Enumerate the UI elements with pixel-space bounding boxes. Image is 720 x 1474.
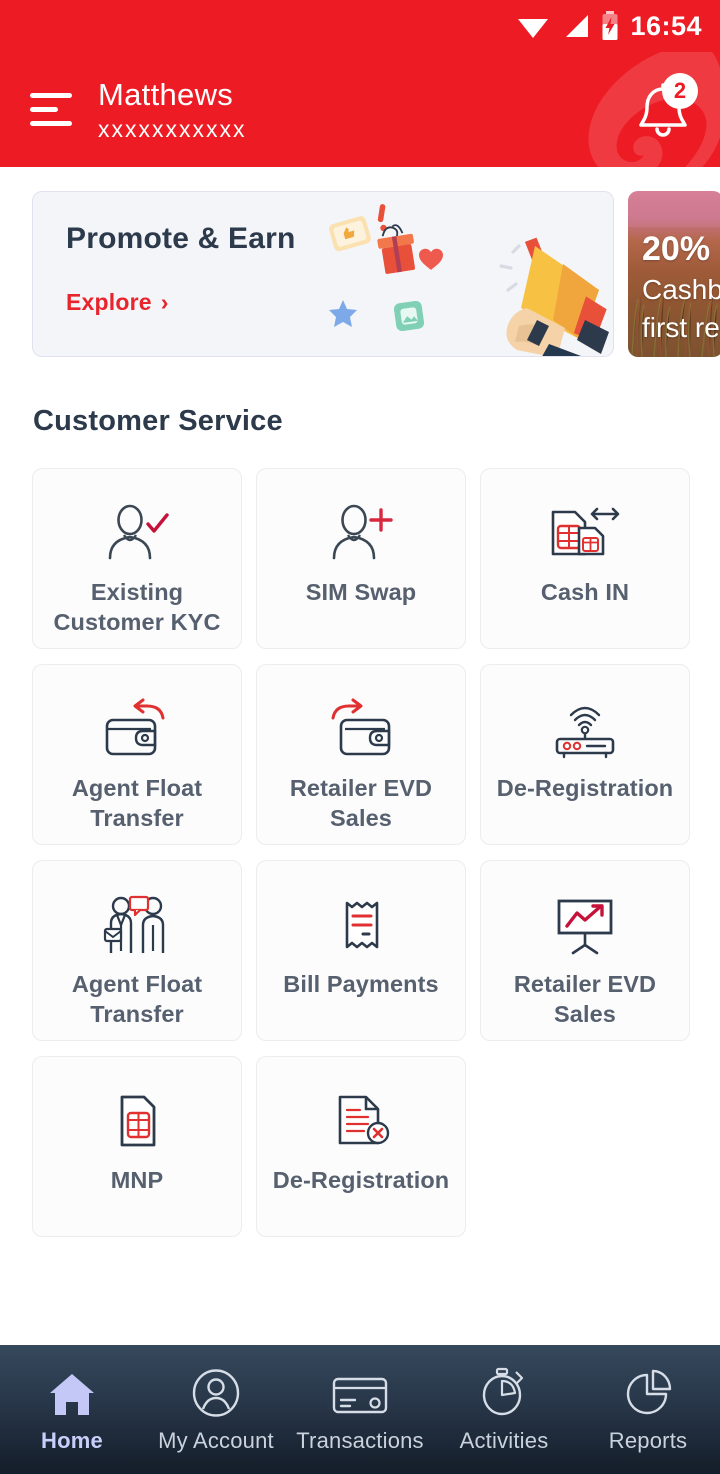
status-bar: 16:54 <box>0 0 720 52</box>
user-check-icon <box>100 497 174 569</box>
nav-label: Transactions <box>296 1428 424 1453</box>
banner-cta-label: Explore <box>66 289 152 315</box>
tile-label: De-Registration <box>496 775 674 801</box>
user-plus-icon <box>324 497 398 569</box>
nav-item-home[interactable]: Home <box>0 1365 144 1454</box>
tile-airtime-bundle[interactable]: De-Registration <box>480 664 690 845</box>
wallet-arrow-out-icon <box>99 693 175 765</box>
presentation-chart-icon <box>547 889 623 961</box>
customer-service-grid: Existing Customer KYC SIM Swap Cash IN A… <box>0 438 720 1237</box>
bottom-navigation-bar: Home My Account Transactions Activities … <box>0 1345 720 1474</box>
sim-swap-icon <box>545 497 625 569</box>
chevron-right-icon: › <box>160 289 169 315</box>
sim-card-icon <box>106 1085 168 1157</box>
tile-label: Agent Float Transfer <box>71 971 203 1027</box>
nav-label: Activities <box>459 1428 549 1453</box>
credit-card-icon <box>331 1365 389 1417</box>
tile-label: De-Registration <box>272 1167 450 1193</box>
user-name: Matthews <box>98 76 234 112</box>
tile-label: Cash IN <box>540 579 630 605</box>
cashback-line2: Cashb <box>642 274 720 305</box>
tile-label: Bill Payments <box>283 971 439 997</box>
receipt-icon <box>330 889 392 961</box>
banner-promote-and-earn[interactable]: Promote & Earn Explore › <box>32 191 614 357</box>
status-bar-clock: 16:54 <box>630 10 702 41</box>
wallet-arrow-in-icon <box>323 693 399 765</box>
pie-chart-icon <box>623 1365 673 1417</box>
tile-sim-swap[interactable]: Cash IN <box>480 468 690 649</box>
user-info: Matthews xxxxxxxxxxx <box>98 76 247 144</box>
tile-placeholder <box>480 1056 690 1237</box>
tile-viral-voucher-cash-out[interactable]: Agent Float Transfer <box>32 664 242 845</box>
tile-bill-payments[interactable]: Bill Payments <box>256 860 466 1041</box>
tile-existing-customer-kyc[interactable]: Existing Customer KYC <box>32 468 242 649</box>
tile-agent-float-transfer[interactable]: Agent Float Transfer <box>32 860 242 1041</box>
tile-mnp[interactable]: MNP <box>32 1056 242 1237</box>
user-circle-icon <box>191 1365 241 1417</box>
megaphone-gift-illustration <box>329 204 609 356</box>
notification-bell-button[interactable]: 2 <box>626 72 700 147</box>
tile-label: Agent Float Transfer <box>71 775 203 831</box>
signal-icon <box>566 15 589 37</box>
tile-new-customer-kyc[interactable]: SIM Swap <box>256 468 466 649</box>
banner-carousel: Promote & Earn Explore › 20% Cashb first… <box>0 167 720 357</box>
nav-label: Home <box>41 1428 103 1453</box>
app-screen: 16:54 Matthews xxxxxxxxxxx 2 Promote & E… <box>0 0 720 1474</box>
tile-retailer-evd-sales[interactable]: Retailer EVD Sales <box>480 860 690 1041</box>
nav-item-my-account[interactable]: My Account <box>144 1365 288 1454</box>
cashback-percent: 20% <box>642 230 711 268</box>
wifi-icon <box>518 19 549 38</box>
tile-label: SIM Swap <box>305 579 417 605</box>
nav-label: My Account <box>158 1428 274 1453</box>
nav-item-reports[interactable]: Reports <box>576 1365 720 1454</box>
banner-explore-link[interactable]: Explore › <box>66 289 169 316</box>
home-icon <box>47 1365 97 1417</box>
notification-badge: 2 <box>662 72 698 109</box>
tile-label: Retailer EVD Sales <box>289 775 433 831</box>
battery-charging-icon <box>602 11 618 40</box>
two-people-chat-icon <box>99 889 175 961</box>
nav-item-activities[interactable]: Activities <box>432 1365 576 1454</box>
tile-label: Existing Customer KYC <box>53 579 221 635</box>
hamburger-menu-icon[interactable] <box>30 93 72 126</box>
banner-cashback-text: 20% Cashb first re <box>642 227 720 347</box>
tile-cash-in[interactable]: Retailer EVD Sales <box>256 664 466 845</box>
router-wifi-icon <box>547 693 623 765</box>
tile-label: Retailer EVD Sales <box>513 971 657 1027</box>
banner-cashback[interactable]: 20% Cashb first re <box>628 191 720 357</box>
user-msisdn: xxxxxxxxxxx <box>98 115 247 142</box>
tile-label: MNP <box>110 1167 164 1193</box>
tile-de-registration[interactable]: De-Registration <box>256 1056 466 1237</box>
document-remove-icon <box>326 1085 396 1157</box>
nav-label: Reports <box>608 1428 688 1453</box>
stopwatch-icon <box>478 1365 530 1417</box>
banner-title: Promote & Earn <box>66 222 296 255</box>
cashback-line3: first re <box>642 312 720 343</box>
app-header: Matthews xxxxxxxxxxx 2 <box>0 52 720 167</box>
nav-item-transactions[interactable]: Transactions <box>288 1365 432 1454</box>
section-title-customer-service: Customer Service <box>33 405 283 437</box>
